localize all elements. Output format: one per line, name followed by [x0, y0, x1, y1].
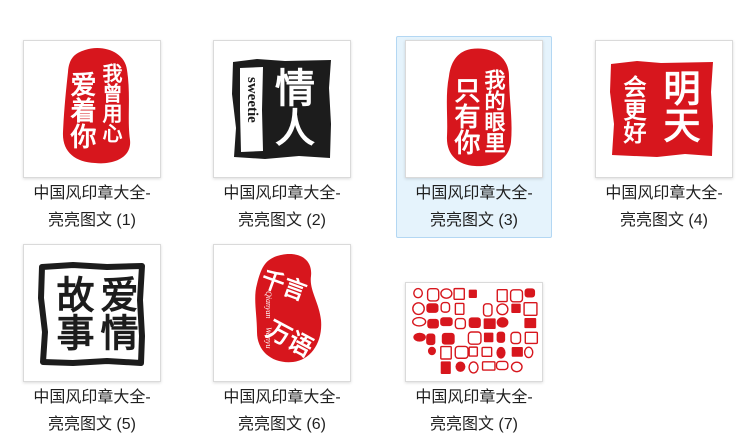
file-item-7[interactable]: 中国风印章大全- 亮亮图文 (7)	[396, 240, 552, 442]
mini-seal	[482, 303, 493, 317]
mini-seal	[454, 317, 467, 330]
mini-seal	[510, 361, 523, 373]
mini-seal	[523, 302, 538, 316]
file-name-line1: 中国风印章大全-	[223, 185, 341, 202]
mini-seal	[412, 302, 425, 316]
file-name-line1: 中国风印章大全-	[33, 185, 151, 202]
seal-text-latin-1: Qianyan	[264, 291, 273, 319]
file-explorer-view: 爱着你 我曾用心 中国风印章大全- 亮亮图文 (1) 情人 sweetie 中国…	[0, 0, 751, 447]
mini-seal	[467, 331, 482, 345]
seal-text-left: 只有你	[450, 77, 480, 155]
seal-text-left: 会更好	[619, 75, 646, 144]
mini-seal	[427, 346, 436, 356]
seal-text: 爱情故事	[50, 275, 139, 351]
mini-seal	[496, 289, 508, 303]
mini-seal	[524, 318, 537, 329]
mini-seal	[440, 301, 451, 313]
thumbnail-image-7[interactable]	[405, 282, 543, 382]
seal-text-main: 情人	[268, 67, 315, 147]
file-name[interactable]: 中国风印章大全- 亮亮图文 (2)	[205, 180, 359, 234]
thumbnail-image-1[interactable]: 爱着你 我曾用心	[23, 40, 161, 178]
file-item-6[interactable]: 千言 万语 Qianyan Wanyu 中国风印章大全- 亮亮图文 (6)	[204, 240, 360, 442]
file-name-line2: 亮亮图文 (1)	[47, 212, 136, 229]
mini-seal	[453, 287, 465, 301]
mini-seal	[495, 360, 509, 371]
file-item-2[interactable]: 情人 sweetie 中国风印章大全- 亮亮图文 (2)	[204, 36, 360, 238]
thumbnail-image-3[interactable]: 只有你 我的眼里	[405, 40, 543, 178]
mini-seal	[483, 318, 496, 330]
file-name-line2: 亮亮图文 (6)	[237, 416, 326, 433]
mini-seal	[468, 289, 477, 298]
mini-seal	[523, 346, 534, 359]
file-item-1[interactable]: 爱着你 我曾用心 中国风印章大全- 亮亮图文 (1)	[14, 36, 170, 238]
mini-seal	[427, 318, 439, 329]
seal-text-right: 我曾用心	[99, 63, 123, 143]
file-name-line2: 亮亮图文 (2)	[237, 212, 326, 229]
thumbnail-image-2[interactable]: 情人 sweetie	[213, 40, 351, 178]
mini-seal	[440, 317, 453, 327]
seal-text-left: 爱着你	[66, 71, 96, 149]
mini-seal	[412, 316, 427, 327]
mini-seal	[510, 331, 522, 345]
mini-seal	[426, 287, 440, 302]
thumbnail-image-5[interactable]: 爱情故事	[23, 244, 161, 382]
mini-seal	[509, 289, 524, 303]
mini-seal	[455, 361, 466, 372]
mini-seal	[481, 346, 493, 358]
mini-seal	[496, 331, 506, 343]
file-name-line2: 亮亮图文 (5)	[47, 416, 136, 433]
file-item-4[interactable]: 会更好 明天 中国风印章大全- 亮亮图文 (4)	[586, 36, 742, 238]
file-name[interactable]: 中国风印章大全- 亮亮图文 (1)	[15, 180, 169, 234]
mini-seal	[440, 361, 451, 375]
mini-seal	[454, 302, 465, 316]
file-name-line1: 中国风印章大全-	[605, 185, 723, 202]
file-name[interactable]: 中国风印章大全- 亮亮图文 (6)	[205, 384, 359, 438]
file-name-line1: 中国风印章大全-	[415, 185, 533, 202]
mini-seal	[524, 288, 536, 298]
file-name-line1: 中国风印章大全-	[223, 389, 341, 406]
mini-seal	[413, 332, 426, 342]
file-name-line2: 亮亮图文 (3)	[429, 212, 518, 229]
file-item-3[interactable]: 只有你 我的眼里 中国风印章大全- 亮亮图文 (3)	[396, 36, 552, 238]
mini-seal	[496, 317, 509, 328]
file-name[interactable]: 中国风印章大全- 亮亮图文 (7)	[397, 384, 551, 438]
mini-seal	[496, 346, 506, 359]
seal-image-6	[255, 254, 322, 363]
mini-seal	[440, 345, 452, 360]
mini-seal	[426, 333, 436, 346]
seal-text-right: 我的眼里	[482, 69, 507, 153]
seal-collage	[412, 287, 539, 375]
seal-text-latin-2: Wanyu	[264, 327, 273, 349]
mini-seal	[481, 361, 496, 371]
seal-text-right: 明天	[657, 69, 701, 143]
thumbnail-image-6[interactable]: 千言 万语 Qianyan Wanyu	[213, 244, 351, 382]
mini-seal	[511, 303, 521, 314]
mini-seal	[441, 332, 455, 345]
mini-seal	[413, 287, 424, 299]
mini-seal	[496, 303, 509, 316]
file-item-5[interactable]: 爱情故事 中国风印章大全- 亮亮图文 (5)	[14, 240, 170, 442]
file-name[interactable]: 中国风印章大全- 亮亮图文 (5)	[15, 384, 169, 438]
thumbnail-image-4[interactable]: 会更好 明天	[595, 40, 733, 178]
mini-seal	[483, 332, 494, 343]
seal-text-latin: sweetie	[244, 77, 260, 123]
mini-seal	[524, 331, 539, 345]
mini-seal	[454, 345, 469, 359]
mini-seal	[426, 303, 439, 313]
file-name[interactable]: 中国风印章大全- 亮亮图文 (4)	[587, 180, 741, 234]
file-name[interactable]: 中国风印章大全- 亮亮图文 (3)	[397, 180, 551, 234]
mini-seal	[468, 361, 479, 374]
mini-seal	[468, 346, 479, 357]
mini-seal	[440, 288, 453, 299]
file-name-line1: 中国风印章大全-	[33, 389, 151, 406]
file-name-line1: 中国风印章大全-	[415, 389, 533, 406]
mini-seal	[468, 317, 481, 328]
mini-seal	[511, 347, 523, 357]
file-name-line2: 亮亮图文 (7)	[429, 416, 518, 433]
file-name-line2: 亮亮图文 (4)	[619, 212, 708, 229]
